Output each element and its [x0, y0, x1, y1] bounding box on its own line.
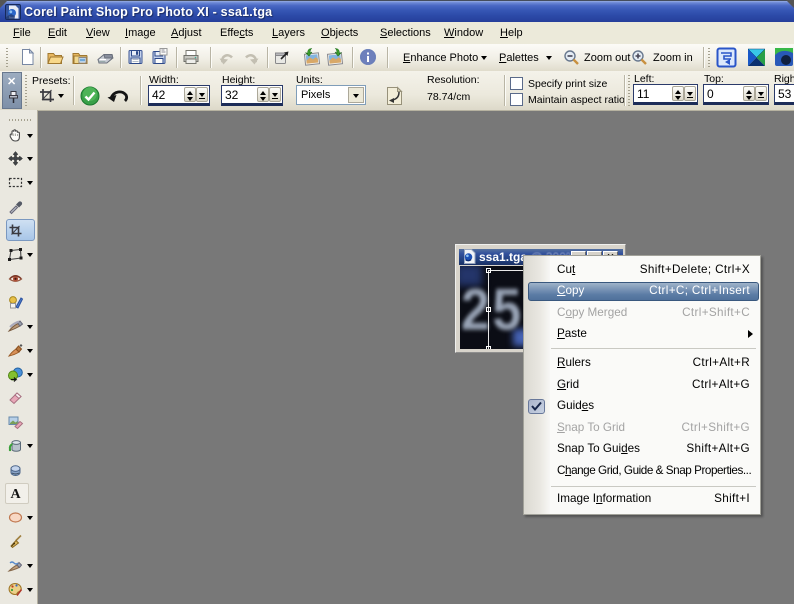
svg-text:A: A [10, 487, 21, 502]
